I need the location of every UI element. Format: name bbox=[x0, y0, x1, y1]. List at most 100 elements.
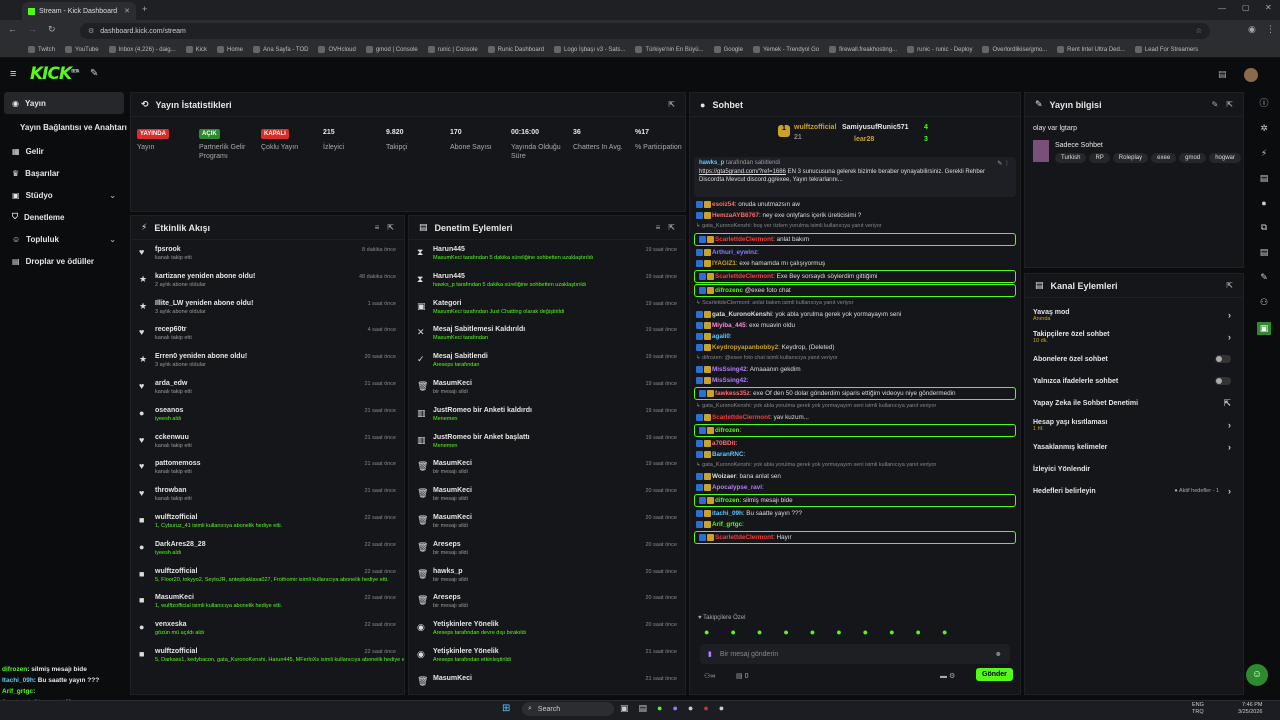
chat-settings-icon[interactable]: ▬ ⚙ bbox=[940, 672, 955, 680]
bolt-icon[interactable]: ⚡ bbox=[1261, 148, 1267, 159]
chat-reply-context[interactable]: ↳ gata_KuronoKenshi: yok abla yorulma ge… bbox=[690, 460, 1020, 471]
minimize-icon[interactable]: — bbox=[1218, 4, 1226, 13]
channel-setting[interactable]: Yavaş mod Anında › bbox=[1025, 304, 1243, 326]
channel-setting[interactable]: Yapay Zeka ile Sohbet Denetimi ⇱ bbox=[1025, 392, 1243, 414]
site-info-icon[interactable]: ⚙ bbox=[88, 27, 94, 35]
close-window-icon[interactable]: ✕ bbox=[1265, 3, 1272, 12]
chat-message[interactable]: IYAGIZ1: exe hamamda mı çalışıyormuş bbox=[690, 258, 1020, 269]
bookmark-item[interactable]: Ana Sayfa - TOD bbox=[253, 46, 308, 53]
chat-message[interactable]: MisSsing42: Amaaanın gekdim bbox=[690, 364, 1020, 375]
users-icon[interactable]: ⚇ bbox=[1260, 297, 1268, 308]
chat-username[interactable]: difrozen bbox=[715, 427, 740, 434]
mod-action-row[interactable]: 🗑 MasumKeci bir mesajı sildi 20 saat önce bbox=[409, 508, 685, 535]
filter-icon[interactable]: ≡ bbox=[656, 223, 661, 232]
chat-message[interactable]: difrozen: silmiş mesajı bide bbox=[694, 494, 1016, 507]
edit-icon[interactable]: ✎ bbox=[1212, 100, 1219, 109]
channel-setting[interactable]: Yasaklanmış kelimeler › bbox=[1025, 436, 1243, 458]
chat-message[interactable]: difrozen: bbox=[694, 424, 1016, 437]
chat-message[interactable]: esoiz54: onuda unutmazsın aw bbox=[690, 199, 1020, 210]
bookmark-item[interactable]: runic | Console bbox=[427, 46, 478, 53]
tag-pill[interactable]: gmod bbox=[1179, 153, 1207, 163]
popout-icon[interactable]: ⇱ bbox=[1226, 100, 1233, 109]
chat-reply-context[interactable]: ↳ gata_KuronoKenshi: yok abla yorulma ge… bbox=[690, 401, 1020, 412]
chat-username[interactable]: ScarlettdeClermont bbox=[715, 534, 773, 541]
activity-row[interactable]: ■ wulftzofficial 1, Cyburuz_41 isimli kull… bbox=[131, 508, 404, 535]
chat-username[interactable]: Arthuri_eywinz bbox=[712, 249, 757, 256]
activity-row[interactable]: ♥ recep60tr kanalı takip etti 4 saat önce bbox=[131, 320, 404, 347]
chat-username[interactable]: MisSsing42 bbox=[712, 377, 747, 384]
chat-message[interactable]: ScarlettdeClermont: Exe Bey sorsaydı söy… bbox=[694, 270, 1016, 283]
chevron-right-icon[interactable]: › bbox=[1228, 332, 1231, 342]
pin-icon[interactable]: ✎ bbox=[90, 68, 98, 79]
channel-setting[interactable]: Yalnızca ifadelerle sohbet bbox=[1025, 370, 1243, 392]
activity-row[interactable]: ● DarkAres28_28 iyeesh aldı 22 saat önce bbox=[131, 535, 404, 562]
chat-username[interactable]: agali0 bbox=[712, 333, 730, 340]
channel-setting[interactable]: İzleyici Yönlendir bbox=[1025, 458, 1243, 480]
activity-row[interactable]: ■ wulftzofficial 5, Darkass1, kedybacon, g… bbox=[131, 642, 404, 669]
chat-username[interactable]: BaranRNC bbox=[712, 451, 744, 458]
chat-reply-context[interactable]: ↳ ScarlettdeClermont: anlat bakım isimli… bbox=[690, 298, 1020, 309]
chat-username[interactable]: difrozen bbox=[715, 497, 740, 504]
chat-message[interactable]: difrozenc @exee foto chat bbox=[694, 284, 1016, 297]
start-icon[interactable]: ⊞ bbox=[502, 703, 510, 714]
bookmark-item[interactable]: Rent Intel Ultra Ded... bbox=[1057, 46, 1125, 53]
browser-tab[interactable]: Stream - Kick Dashboard ✕ bbox=[22, 2, 136, 20]
channel-setting[interactable]: Hesap yaşı kısıtlaması 1 hf. › bbox=[1025, 414, 1243, 436]
activity-row[interactable]: ★ Erren0 yeniden abone oldu! 3 aylık abone… bbox=[131, 347, 404, 374]
bookmark-item[interactable]: Yemek - Trendyol Go bbox=[752, 46, 819, 53]
wrench-icon[interactable]: ✎ bbox=[1260, 272, 1268, 283]
address-bar[interactable]: ⚙ dashboard.kick.com/stream ☆ bbox=[80, 23, 1210, 39]
popout-icon[interactable]: ⇱ bbox=[668, 223, 675, 232]
sidebar-item-drops[interactable]: ▤ Droplar ve ödüller bbox=[0, 250, 128, 272]
filter-icon[interactable]: ≡ bbox=[375, 223, 380, 232]
chat-message[interactable]: Keydropyapanbobby2: Keydrop, (Deleted) bbox=[690, 342, 1020, 353]
language-indicator[interactable]: ENG TRQ bbox=[1192, 702, 1204, 716]
mod-action-row[interactable]: 🗑 Areseps bir mesajı sildi 20 saat önce bbox=[409, 535, 685, 562]
activity-row[interactable]: ♥ pattomemoss kanalı takip etti 21 saat önc… bbox=[131, 454, 404, 481]
bookmark-item[interactable]: Home bbox=[216, 46, 243, 53]
chat-message[interactable]: gata_KuronoKenshi: yok abla yorulma gere… bbox=[690, 309, 1020, 320]
tag-pill[interactable]: RP bbox=[1089, 153, 1110, 163]
bookmark-item[interactable]: runic - runic - Deploy bbox=[907, 46, 972, 53]
activity-row[interactable]: ■ wulftzofficial 5, Floor20, tokyyo2, Seyt… bbox=[131, 562, 404, 589]
mod-action-row[interactable]: ✕ Mesaj Sabitlemesi Kaldırıldı MasumKeci t… bbox=[409, 320, 685, 347]
chat-username[interactable]: ScarlettdeClermont bbox=[712, 414, 770, 421]
popout-icon[interactable]: ⇱ bbox=[668, 100, 675, 109]
emote-row[interactable]: ● ● ● ● ● ● ● ● ● ● bbox=[690, 623, 1020, 641]
link-icon[interactable]: ⧉ bbox=[1261, 222, 1267, 233]
taskbar-apps[interactable]: ▣ ▤ ● ● ● ● ● bbox=[620, 703, 724, 714]
sidebar-item-stream-key[interactable]: Yayın Bağlantısı ve Anahtarı bbox=[0, 114, 128, 140]
new-tab-icon[interactable]: + bbox=[142, 4, 147, 14]
reload-icon[interactable]: ↻ bbox=[48, 24, 56, 35]
sidebar-item-income[interactable]: ▦ Gelir bbox=[0, 140, 128, 162]
bookmark-item[interactable]: Twitch bbox=[28, 46, 55, 53]
chat-reply-context[interactable]: ↳ difrozen: @exee foto chat isimli kulla… bbox=[690, 353, 1020, 364]
sidebar-item-community[interactable]: ☺ Topluluk ⌄ bbox=[0, 228, 128, 250]
menu-dots-icon[interactable]: ⋮ bbox=[1266, 24, 1275, 35]
bookmark-item[interactable]: firewall.freakhosting... bbox=[829, 46, 897, 53]
clock[interactable]: 7:46 PM 3/25/2026 bbox=[1238, 702, 1262, 716]
bookmark-item[interactable]: Google bbox=[713, 46, 743, 53]
back-icon[interactable]: ← bbox=[8, 24, 17, 34]
chat-message[interactable]: agali0: bbox=[690, 331, 1020, 342]
bookmark-item[interactable]: Kick bbox=[185, 46, 207, 53]
activity-row[interactable]: ♥ fpsrook kanalı takip etti 8 dakika önce bbox=[131, 240, 404, 267]
tag-pill[interactable]: exee bbox=[1151, 153, 1177, 163]
bookmark-item[interactable]: Runic Dashboard bbox=[487, 46, 544, 53]
forward-icon[interactable]: → bbox=[28, 24, 37, 34]
toggle-switch[interactable] bbox=[1215, 355, 1231, 363]
chat-message[interactable]: HemzaAYB6767: ney exe onlyfans içerik ür… bbox=[690, 210, 1020, 221]
mod-action-row[interactable]: ✓ Mesaj Sabitlendi Areseps tarafından 19 sa… bbox=[409, 347, 685, 374]
tag-pill[interactable]: Turkish bbox=[1055, 153, 1087, 163]
chat-username[interactable]: difrozenc bbox=[715, 287, 743, 294]
activity-row[interactable]: ■ MasumKeci 1, wulftzofficial isimli kulla… bbox=[131, 588, 404, 615]
chevron-right-icon[interactable]: › bbox=[1228, 310, 1231, 320]
tag-pill[interactable]: hogwar bbox=[1209, 153, 1241, 163]
bookmark-item[interactable]: Türkiye'nin En Büyü... bbox=[635, 46, 704, 53]
activity-row[interactable]: ★ kartizane yeniden abone oldu! 2 aylık ab… bbox=[131, 267, 404, 294]
mod-action-row[interactable]: 🗑 hawks_p bir mesajı sildi 20 saat önce bbox=[409, 562, 685, 589]
activity-row[interactable]: ● venxeska gözün mü açıldı aldı 22 saat önc… bbox=[131, 615, 404, 642]
bookmark-item[interactable]: Overlordlikise/gmo... bbox=[982, 46, 1047, 53]
layout-icon[interactable]: ▤ bbox=[1218, 69, 1227, 80]
sidebar-item-moderation[interactable]: ⛉ Denetleme bbox=[0, 206, 128, 228]
